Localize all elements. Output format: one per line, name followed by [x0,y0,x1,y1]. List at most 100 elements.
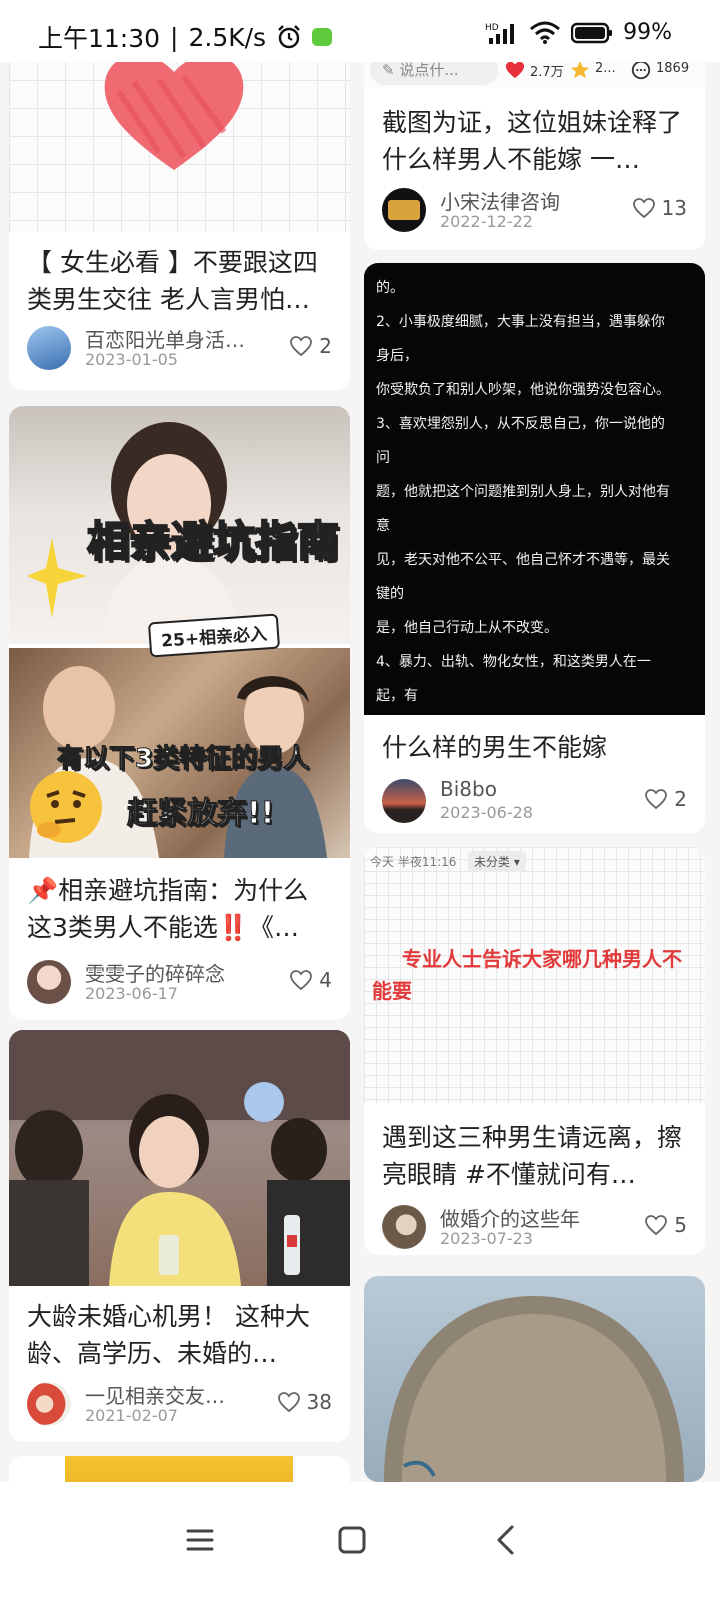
text-line: 的。 [376,280,404,296]
avatar[interactable] [27,960,71,1004]
text-line: 问 [376,450,390,466]
note-text: 专业人士告诉大家哪几种男人不能要 [372,947,682,1003]
signal-hd-label: HD [485,23,499,33]
heart-outline-icon [290,336,313,357]
card-image: 的。 2、小事极度细腻，大事上没有担当，遇事躲你 身后， 你受欺负了和别人吵架，… [364,263,705,715]
note-time: 今天 半夜11:16 [370,855,457,869]
card-meta: 小宋法律咨询 2022-12-22 13 [382,186,687,236]
wechat-icon [312,28,333,46]
star-icon [570,62,590,79]
status-speed: 2.5K/s [188,22,267,52]
feed-card[interactable]: 【 女生必看 】不要跟这四类男生交往 老人言男怕… 百恋阳光单身活… 2023-… [9,62,350,390]
author-name[interactable]: 做婚介的这些年 [440,1203,620,1232]
heart-outline-icon [277,1392,300,1413]
post-date: 2021-02-07 [85,1406,178,1425]
text-line: 意 [376,518,390,534]
heart-outline-icon [632,198,655,219]
heart-drawing-icon [104,62,244,170]
like-button[interactable]: 2 [289,334,332,358]
like-count: 4 [319,968,332,992]
heart-filled-icon [505,62,525,79]
avatar[interactable] [382,779,426,823]
like-button[interactable]: 2 [644,787,687,811]
like-button[interactable]: 13 [632,196,687,220]
system-nav-bar [0,1482,720,1600]
battery-percent: 99% [623,20,672,45]
text-line: 是，他自己行动上从不改变。 [376,620,558,636]
heart-outline-icon [645,789,668,810]
feed-card[interactable] [364,1276,705,1482]
note-category[interactable]: 未分类 ▾ [468,851,526,872]
author-name[interactable]: 百恋阳光单身活… [85,324,265,353]
post-date: 2023-06-17 [85,984,178,1003]
thinking-emoji-icon [30,771,102,843]
card-image: 相亲避坑指南 25+相亲必入 有以下3类特征的男人 赶紧放弃!! [9,406,350,858]
feed-card[interactable]: 大龄未婚心机男！ 这种大龄、高学历、未婚的… 一见相亲交友… 2021-02-0… [9,1030,350,1442]
battery-icon [571,22,613,43]
screenshot-topbar: ✎ 说点什... 2.7万 2... 1869 [364,62,705,88]
feed-card[interactable]: ✎ 说点什... 2.7万 2... 1869 截图为证，这位姐妹诠释了什么样男… [364,62,705,250]
card-meta: Bi8bo 2023-06-28 2 [382,777,687,827]
status-right: HD 99% [485,20,672,45]
feed-card[interactable]: 今天 半夜11:16 未分类 ▾ 专业人士告诉大家哪几种男人不能要 遇到这三种男… [364,847,705,1255]
card-meta: 百恋阳光单身活… 2023-01-05 2 [27,324,332,374]
post-date: 2022-12-22 [440,212,533,231]
like-button[interactable]: 38 [277,1390,332,1414]
feed[interactable]: 【 女生必看 】不要跟这四类男生交往 老人言男怕… 百恋阳光单身活… 2023-… [0,62,720,1482]
feed-card[interactable]: 相亲避坑指南 25+相亲必入 有以下3类特征的男人 赶紧放弃!! 📌相亲避坑指南… [9,406,350,1020]
home-icon[interactable] [332,1520,372,1560]
post-date: 2023-06-28 [440,803,533,822]
text-line: 见，老天对他不公平、他自己怀才不遇等，最关 [376,552,670,568]
card-title[interactable]: 【 女生必看 】不要跟这四类男生交往 老人言男怕… [27,244,332,318]
avatar[interactable] [382,1205,426,1249]
author-name[interactable]: Bi8bo [440,777,620,801]
card-title[interactable]: 截图为证，这位姐妹诠释了什么样男人不能嫁 一… [382,104,687,178]
text-line: 4、暴力、出轨、物化女性，和这类男人在一 [376,654,651,670]
author-name[interactable]: 一见相亲交友… [85,1380,265,1409]
feed-card[interactable]: 的。 2、小事极度细腻，大事上没有担当，遇事躲你 身后， 你受欺负了和别人吵架，… [364,263,705,833]
card-title[interactable]: 什么样的男生不能嫁 [382,729,687,769]
text-line: 起，有 [376,688,418,704]
status-bar: 上午11:30 | 2.5K/s HD 99% [0,0,720,62]
card-meta: 雯雯子的碎碎念 2023-06-17 4 [27,958,332,1008]
avatar-logo [388,200,420,220]
avatar[interactable] [27,326,71,370]
card-title[interactable]: 大龄未婚心机男！ 这种大龄、高学历、未婚的… [27,1298,332,1372]
headline-banner: 相亲避坑指南 [86,516,340,567]
avatar[interactable] [27,1382,71,1426]
like-button[interactable]: 4 [289,968,332,992]
text-line: 题，他就把这个问题推到别人身上，别人对他有 [376,484,670,500]
text-line: 键的 [376,586,404,602]
card-title[interactable]: 遇到这三种男生请远离，擦亮眼睛 #不懂就问有… [382,1119,687,1193]
card-title[interactable]: 📌相亲避坑指南：为什么这3类男人不能选‼️《… [27,872,332,946]
round-window-icon [384,1296,684,1482]
alarm-icon [278,25,300,49]
topbar-comments: 1869 [656,62,690,76]
comment-bubble-icon [631,62,651,80]
status-divider: | [170,22,179,52]
wifi-icon [530,21,561,44]
like-count: 13 [661,196,687,220]
heart-outline-icon [645,1215,668,1236]
status-left: 上午11:30 | 2.5K/s [38,19,333,55]
status-time: 上午11:30 [38,24,161,53]
author-name[interactable]: 雯雯子的碎碎念 [85,958,265,987]
comment-placeholder: 说点什... [399,62,459,79]
author-name[interactable]: 小宋法律咨询 [440,186,620,215]
avatar[interactable] [382,188,426,232]
back-icon[interactable] [486,1520,526,1560]
topbar-likes: 2.7万 [530,65,564,80]
topbar-stars: 2... [595,62,616,76]
card-meta: 一见相亲交友… 2021-02-07 38 [27,1380,332,1430]
like-count: 2 [319,334,332,358]
post-date: 2023-07-23 [440,1229,533,1248]
post-date: 2023-01-05 [85,350,178,369]
comment-input[interactable]: ✎ 说点什... [370,62,498,85]
pencil-icon: ✎ [382,62,395,79]
like-count: 2 [674,787,687,811]
card-meta: 做婚介的这些年 2023-07-23 5 [382,1203,687,1253]
card-image [9,1030,350,1286]
like-button[interactable]: 5 [644,1213,687,1237]
menu-icon[interactable] [180,1520,220,1560]
feed-card[interactable] [9,1456,350,1482]
